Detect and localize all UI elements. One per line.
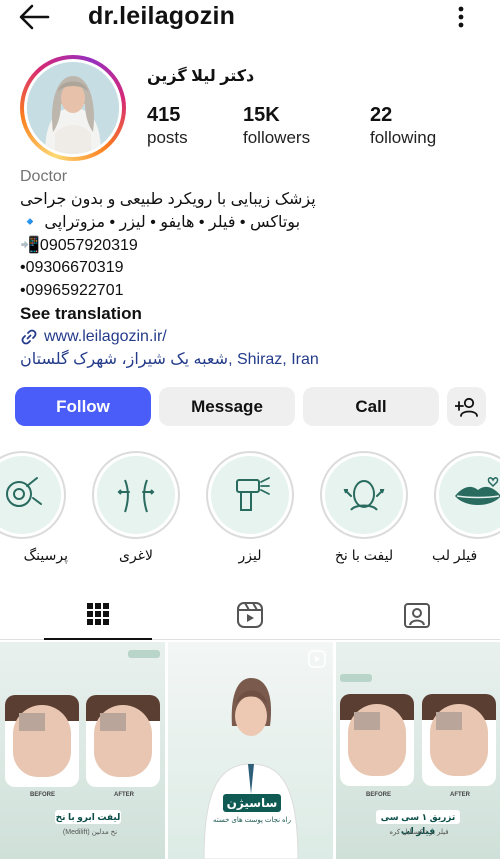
piercing-icon bbox=[6, 477, 42, 507]
post-subtitle: نخ مدلین (Medilift) bbox=[62, 829, 118, 836]
highlight-label: لیزر bbox=[238, 547, 262, 563]
followers-count: 15K bbox=[243, 104, 280, 126]
following-label: following bbox=[370, 128, 437, 147]
post-subtitle: فیلر بر تاکستایل کره bbox=[389, 829, 449, 836]
highlight-laser[interactable]: لیزر bbox=[204, 451, 296, 564]
post-grid: BEFORE AFTER لیفت ابرو با نخ نخ مدلین (M… bbox=[0, 642, 500, 859]
post-subtitle: راه نجات پوست های خسته bbox=[212, 817, 291, 824]
post-title: تزریق ۱ سی سی فیلر لب bbox=[376, 810, 460, 836]
profile-full-name: دکتر لیلا گزین bbox=[147, 68, 255, 85]
bio-phone: •09965922701 bbox=[20, 282, 124, 299]
following-stat[interactable]: 22 following bbox=[370, 103, 436, 149]
message-button[interactable]: Message bbox=[159, 387, 295, 426]
highlight-piercing[interactable]: پرسینگ bbox=[0, 451, 68, 564]
highlight-label: لیفت با نخ bbox=[334, 547, 394, 563]
post-thumbnail[interactable]: ساسیژن راه نجات پوست های خسته bbox=[168, 642, 333, 859]
grid-icon bbox=[87, 603, 109, 625]
location-link[interactable]: شعبه یک شیراز، شهرک گلستان, Shiraz, Iran bbox=[20, 349, 490, 372]
more-vertical-icon[interactable] bbox=[452, 4, 470, 30]
post-title: ساسیژن bbox=[223, 794, 281, 812]
posts-stat[interactable]: 415 posts bbox=[147, 103, 188, 149]
top-bar: dr.leilagozin bbox=[0, 0, 500, 34]
face-lift-icon bbox=[343, 480, 385, 511]
highlight-label: پرسینگ bbox=[23, 547, 68, 563]
followers-stat[interactable]: 15K followers bbox=[243, 103, 310, 149]
follow-button[interactable]: Follow bbox=[15, 387, 151, 426]
link-icon bbox=[21, 329, 37, 345]
body-slimming-icon bbox=[117, 479, 155, 513]
before-caption: BEFORE bbox=[366, 792, 392, 798]
doctor-photo bbox=[203, 678, 299, 859]
profile-username: dr.leilagozin bbox=[88, 2, 236, 30]
bio-phone: •09306670319 bbox=[20, 259, 124, 276]
reels-icon bbox=[237, 602, 263, 628]
post-title: لیفت ابرو با نخ bbox=[55, 810, 121, 824]
post-thumbnail[interactable]: BEFORE AFTER تزریق ۱ سی سی فیلر لب فیلر … bbox=[336, 642, 500, 859]
posts-count: 415 bbox=[147, 104, 181, 126]
profile-tabs bbox=[0, 590, 500, 640]
bio-phone: 📲09057920319 bbox=[20, 237, 138, 254]
following-count: 22 bbox=[370, 104, 393, 126]
website-link[interactable]: www.leilagozin.ir/ bbox=[20, 326, 490, 349]
tab-tagged[interactable] bbox=[363, 590, 471, 640]
suggest-people-button[interactable] bbox=[447, 387, 486, 426]
profile-category: Doctor bbox=[20, 168, 68, 185]
after-caption: AFTER bbox=[450, 792, 470, 798]
after-caption: AFTER bbox=[114, 792, 134, 798]
bio-line: پزشک زیبایی با رویکرد طبیعی و بدون جراحی bbox=[20, 191, 316, 208]
post-thumbnail[interactable]: BEFORE AFTER لیفت ابرو با نخ نخ مدلین (M… bbox=[0, 642, 165, 859]
tab-grid[interactable] bbox=[44, 590, 152, 640]
highlight-label: لاغری bbox=[119, 547, 153, 563]
avatar bbox=[27, 62, 119, 154]
bio-line: بوتاکس • فیلر • هایفو • لیزر • مزوتراپی … bbox=[20, 214, 301, 231]
tab-reels[interactable] bbox=[196, 590, 304, 640]
website-url: www.leilagozin.ir/ bbox=[44, 328, 167, 345]
reel-badge-icon bbox=[308, 650, 326, 668]
tagged-user-icon bbox=[404, 603, 430, 628]
highlight-lip-filler[interactable]: فیلر لب bbox=[432, 451, 500, 564]
lips-icon bbox=[455, 477, 500, 505]
see-translation-link[interactable]: See translation bbox=[20, 303, 490, 326]
highlight-label: فیلر لب bbox=[432, 547, 478, 563]
story-ring[interactable] bbox=[20, 55, 126, 161]
call-button[interactable]: Call bbox=[303, 387, 439, 426]
laser-device-icon bbox=[236, 477, 270, 511]
arrow-left-icon[interactable] bbox=[18, 4, 50, 30]
add-person-icon bbox=[454, 397, 478, 417]
followers-label: followers bbox=[243, 128, 311, 147]
highlight-slimming[interactable]: لاغری bbox=[90, 451, 182, 564]
posts-label: posts bbox=[147, 128, 188, 147]
before-caption: BEFORE bbox=[30, 792, 56, 798]
highlight-thread-lift[interactable]: لیفت با نخ bbox=[318, 451, 410, 564]
